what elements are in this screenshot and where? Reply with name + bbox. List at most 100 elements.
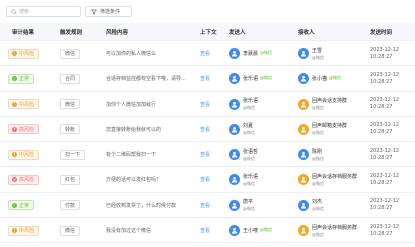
risk-content-text: 您直接转账给我就可以的 xyxy=(106,126,162,133)
sender-wx-tag: @微信 xyxy=(260,75,273,81)
table-row[interactable]: ! 中风险 微信 可以加你的私人微信么 查看 李晨晨 @微信 王雪 @微信 20… xyxy=(0,41,415,67)
col-context: 上下文 xyxy=(200,30,217,36)
risk-level-icon: ✓ xyxy=(12,75,17,82)
table-row[interactable]: × 高风险 红包 方便的话可以发红包吗？ 查看 张乐语 @微信 回声会话存档服务… xyxy=(0,167,415,193)
risk-level-icon: × xyxy=(12,126,17,132)
table-row[interactable]: ! 中风险 微信 我没有加过这个微信 查看 王小嗖 @微信 回声会话存档服务群 … xyxy=(0,218,415,244)
send-time: 10:28:27 xyxy=(370,154,393,161)
sender-name: 李晨晨 xyxy=(243,50,259,57)
send-date: 2023-12-12 xyxy=(370,122,400,129)
sender-name: 张乐语 xyxy=(243,173,259,180)
table-row[interactable]: ! 中风险 微信 加你个人微信加加就行 查看 张乐语 @微信 回声会话支持群 @… xyxy=(0,92,415,117)
receiver-name: 刘杰 xyxy=(312,199,323,206)
context-view-link[interactable]: 查看 xyxy=(200,101,210,108)
user-avatar-icon xyxy=(298,199,309,211)
send-time: 10:28:27 xyxy=(370,230,393,237)
rule-tag: 红包 xyxy=(60,174,81,185)
receiver-sub: @微信 xyxy=(312,231,324,237)
user-avatar-icon xyxy=(229,174,240,186)
receiver-sub: @微信 xyxy=(312,54,324,60)
filter-button[interactable]: 筛选条件 xyxy=(85,6,132,17)
user-avatar-icon xyxy=(298,225,309,237)
send-time: 10:28:27 xyxy=(370,78,393,85)
send-time: 10:28:27 xyxy=(370,104,393,111)
send-time: 10:28:27 xyxy=(370,129,393,136)
context-view-link[interactable]: 查看 xyxy=(200,126,210,133)
context-view-link[interactable]: 查看 xyxy=(200,176,210,183)
risk-tag: × 高风险 xyxy=(8,124,40,135)
audit-table: 审计结果 触发规则 风险内容 上下文 发送人 接收人 发送时间 ! 中风险 微信… xyxy=(0,23,415,244)
col-receiver: 接收人 xyxy=(298,30,315,36)
sender-name: 唐平 xyxy=(243,199,254,206)
receiver: 王雪 @微信 xyxy=(298,47,324,61)
receiver-sub: @微信 xyxy=(312,105,324,111)
sender: 刘夏 @微信 xyxy=(229,122,255,136)
risk-content-text: 已经收到发票了，什么时候付款 xyxy=(106,202,177,209)
table-row[interactable]: ✓ 正常 合同 合适存档监控都有空看下哦，请导… 查看 张乐语 @微信 张小猫 … xyxy=(0,66,415,92)
risk-level-icon: ! xyxy=(12,151,17,158)
user-avatar-icon xyxy=(298,48,309,59)
table-row[interactable]: ✓ 正常 付款 已经收到发票了，什么时候付款 查看 唐平 @微信 刘杰 @微信 … xyxy=(0,193,415,219)
user-avatar-icon xyxy=(298,149,309,161)
table-row[interactable]: × 高风险 转账 您直接转账给我就可以的 查看 刘夏 @微信 回声邮箱支持群 @… xyxy=(0,117,415,143)
user-avatar-icon xyxy=(229,149,240,161)
sender: 张乐语 @微信 xyxy=(229,97,260,111)
receiver: 张小猫 @微信 xyxy=(298,73,342,85)
rule-tag: 微信 xyxy=(60,48,81,59)
search-box[interactable] xyxy=(6,6,81,17)
context-view-link[interactable]: 查看 xyxy=(200,151,210,158)
rule-tag: 微信 xyxy=(60,99,81,110)
risk-label: 正常 xyxy=(19,202,30,209)
sender-name: 张乐语 xyxy=(243,75,259,82)
receiver: 陈刚 @微信 xyxy=(298,148,324,162)
sender-sub: @微信 xyxy=(243,105,255,111)
receiver-name: 回声邮箱支持群 xyxy=(312,123,348,130)
context-view-link[interactable]: 查看 xyxy=(200,50,210,57)
risk-tag: ! 中风险 xyxy=(8,99,40,110)
risk-content-text: 可以加你的私人微信么 xyxy=(106,51,157,57)
receiver-name: 回声会话存档服务群 xyxy=(312,224,358,231)
user-avatar-icon xyxy=(298,73,309,85)
risk-level-icon: ! xyxy=(12,101,17,107)
risk-content-text: 有个二维码帮我扫一下 xyxy=(106,152,157,159)
receiver: 回声会话存档服务群 @微信 xyxy=(298,224,359,238)
receiver-wx-tag: @微信 xyxy=(329,75,342,81)
risk-label: 正常 xyxy=(19,76,30,83)
search-input[interactable] xyxy=(19,7,79,16)
context-view-link[interactable]: 查看 xyxy=(200,202,210,209)
receiver: 回声会话存档服务群 @微信 xyxy=(298,173,359,187)
user-avatar-icon xyxy=(298,98,309,110)
rule-tag: 合同 xyxy=(60,73,81,84)
sender-wx-tag: @微信 xyxy=(260,227,273,233)
send-date: 2023-12-12 xyxy=(370,71,400,78)
send-date: 2023-12-12 xyxy=(370,97,400,104)
context-view-link[interactable]: 查看 xyxy=(200,75,210,82)
receiver-sub: @微信 xyxy=(312,180,324,186)
sender-sub: @微信 xyxy=(243,180,255,186)
sender-name: 刘夏 xyxy=(243,123,254,130)
risk-level-icon: ! xyxy=(12,50,17,56)
send-date: 2023-12-12 xyxy=(370,198,400,205)
user-avatar-icon xyxy=(229,98,240,110)
table-body: ! 中风险 微信 可以加你的私人微信么 查看 李晨晨 @微信 王雪 @微信 20… xyxy=(0,41,415,244)
risk-tag: ✓ 正常 xyxy=(8,73,35,84)
user-avatar-icon xyxy=(298,123,309,135)
receiver-name: 回声会话存档服务群 xyxy=(312,173,358,180)
send-time: 10:28:27 xyxy=(370,179,393,186)
risk-content-text: 合适存档监控都有空看下哦，请导… xyxy=(106,76,187,83)
sender-sub: @微信 xyxy=(243,206,255,212)
table-row[interactable]: ! 中风险 扫一下 有个二维码帮我扫一下 查看 张语哲 @微信 陈刚 @微信 2… xyxy=(0,142,415,168)
receiver: 回声会话支持群 @微信 xyxy=(298,97,349,111)
risk-tag: × 高风险 xyxy=(8,174,40,185)
risk-label: 高风险 xyxy=(19,126,35,133)
filter-icon xyxy=(91,9,97,15)
user-avatar-icon xyxy=(229,123,240,135)
receiver: 刘杰 @微信 xyxy=(298,198,324,212)
send-date: 2023-12-12 xyxy=(370,223,400,230)
context-view-link[interactable]: 查看 xyxy=(200,227,210,234)
user-avatar-icon xyxy=(229,225,240,237)
receiver-sub: @微信 xyxy=(312,155,324,161)
risk-label: 中风险 xyxy=(19,228,35,235)
rule-tag: 付款 xyxy=(60,200,81,211)
send-date: 2023-12-12 xyxy=(370,46,400,53)
